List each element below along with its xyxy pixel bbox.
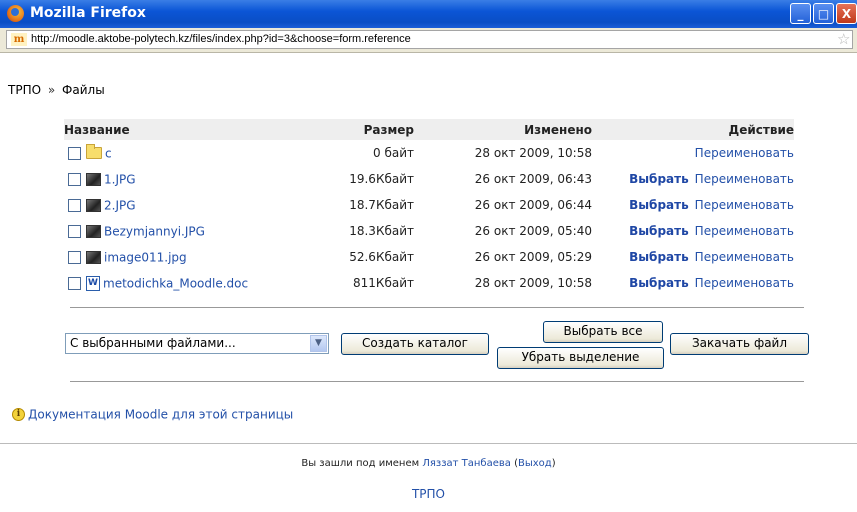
rename-link[interactable]: Переименовать [695,198,794,212]
paren-close: ) [551,458,556,469]
row-checkbox[interactable] [68,224,81,238]
file-size: 811Кбайт [353,276,414,290]
rename-link[interactable]: Переименовать [695,250,794,264]
logged-in-as-label: Вы зашли под именем [301,458,420,469]
chevron-down-icon[interactable]: ▼ [310,335,327,352]
file-modified: 28 окт 2009, 10:58 [474,276,592,290]
row-checkbox[interactable] [68,250,81,264]
login-info: Вы зашли под именем Ляззат Танбаева (Вых… [0,458,857,469]
select-link[interactable]: Выбрать [629,224,689,238]
column-header-size[interactable]: Размер [316,119,414,140]
rename-link[interactable]: Переименовать [695,224,794,238]
file-name-link[interactable]: c [105,146,112,160]
breadcrumb-separator: » [47,83,56,97]
select-link[interactable]: Выбрать [629,276,689,290]
close-button[interactable]: X [836,3,857,24]
url-text[interactable]: http://moodle.aktobe-polytech.kz/files/i… [31,33,411,45]
with-selected-value: С выбранными файлами... [70,336,236,350]
select-all-button[interactable]: Выбрать все [543,321,663,343]
moodle-site-icon: m [11,33,27,46]
select-link[interactable]: Выбрать [629,198,689,212]
image-icon [86,198,101,212]
docs-row: i Документация Moodle для этой страницы [12,407,293,422]
divider-top [70,307,804,308]
file-modified: 26 окт 2009, 06:44 [474,198,592,212]
minimize-button[interactable]: _ [790,3,811,24]
column-header-action: Действие [592,119,794,140]
file-size: 18.7Кбайт [349,198,414,212]
deselect-button[interactable]: Убрать выделение [497,347,664,369]
file-modified: 28 окт 2009, 10:58 [474,146,592,160]
table-row: 1.JPG 19.6Кбайт 26 окт 2009, 06:43 Выбра… [64,166,794,192]
files-table: Название Размер Изменено Действие c 0 ба… [64,119,794,296]
image-icon [86,224,101,238]
footer-home-link[interactable]: ТРПО [0,487,857,501]
row-checkbox[interactable] [68,198,81,212]
column-header-name[interactable]: Название [64,119,316,140]
folder-icon [86,144,102,160]
file-size: 18.3Кбайт [349,224,414,238]
window-titlebar: Mozilla Firefox _ □ X [0,0,857,28]
upload-file-button[interactable]: Закачать файл [670,333,809,355]
table-header-row: Название Размер Изменено Действие [64,119,794,140]
file-name-link[interactable]: metodichka_Moodle.doc [103,276,248,290]
file-size: 52.6Кбайт [349,250,414,264]
file-name-link[interactable]: 1.JPG [104,172,136,186]
create-folder-button[interactable]: Создать каталог [341,333,489,355]
window-title: Mozilla Firefox [30,5,146,21]
breadcrumb: ТРПО » Файлы [8,83,105,97]
file-modified: 26 окт 2009, 05:29 [474,250,592,264]
file-name-link[interactable]: Bezymjannyi.JPG [104,224,205,238]
logout-link[interactable]: Выход [518,458,552,469]
url-field[interactable]: m http://moodle.aktobe-polytech.kz/files… [6,30,853,49]
rename-link[interactable]: Переименовать [695,276,794,290]
table-row: c 0 байт 28 окт 2009, 10:58 Переименоват… [64,140,794,166]
file-size: 0 байт [373,146,414,160]
image-icon [86,172,101,186]
user-link[interactable]: Ляззат Танбаева [422,458,511,469]
info-icon: i [12,408,25,421]
file-modified: 26 окт 2009, 05:40 [474,224,592,238]
bookmark-star-icon[interactable]: ☆ [837,30,850,48]
rename-link[interactable]: Переименовать [695,172,794,186]
firefox-logo-icon [7,5,24,22]
maximize-button[interactable]: □ [813,3,834,24]
footer-divider [0,443,857,444]
divider-bottom [70,381,804,382]
file-name-link[interactable]: 2.JPG [104,198,136,212]
table-row: image011.jpg 52.6Кбайт 26 окт 2009, 05:2… [64,244,794,270]
paren-open: ( [510,458,518,469]
word-doc-icon [86,275,100,291]
select-link[interactable]: Выбрать [629,250,689,264]
table-row: Bezymjannyi.JPG 18.3Кбайт 26 окт 2009, 0… [64,218,794,244]
breadcrumb-current: Файлы [62,83,105,97]
table-row: metodichka_Moodle.doc 811Кбайт 28 окт 20… [64,270,794,296]
address-bar: m http://moodle.aktobe-polytech.kz/files… [0,28,857,53]
table-row: 2.JPG 18.7Кбайт 26 окт 2009, 06:44 Выбра… [64,192,794,218]
image-icon [86,250,101,264]
row-checkbox[interactable] [68,172,81,186]
file-modified: 26 окт 2009, 06:43 [474,172,592,186]
column-header-modified[interactable]: Изменено [414,119,592,140]
file-size: 19.6Кбайт [349,172,414,186]
file-name-link[interactable]: image011.jpg [104,250,187,264]
select-link[interactable]: Выбрать [629,172,689,186]
with-selected-dropdown[interactable]: С выбранными файлами... ▼ [65,333,329,354]
moodle-docs-link[interactable]: Документация Moodle для этой страницы [28,408,293,422]
breadcrumb-root[interactable]: ТРПО [8,83,41,97]
rename-link[interactable]: Переименовать [695,146,794,160]
row-checkbox[interactable] [68,146,81,160]
row-checkbox[interactable] [68,276,81,290]
